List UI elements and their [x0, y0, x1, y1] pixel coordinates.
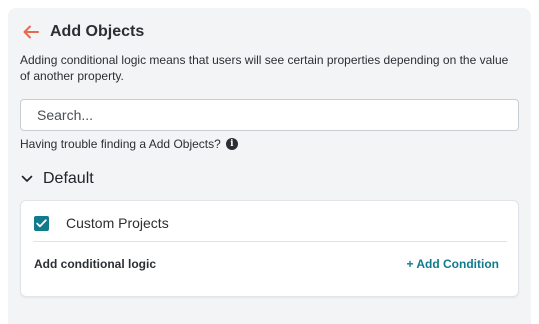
checkbox-checked[interactable] — [34, 215, 49, 231]
custom-projects-checkbox-row[interactable]: Custom Projects — [34, 215, 169, 231]
search-input[interactable] — [20, 99, 519, 131]
object-card: Custom Projects Add conditional logic + … — [20, 200, 519, 297]
chevron-down-icon — [20, 172, 34, 186]
help-row: Having trouble finding a Add Objects? i — [20, 137, 238, 151]
help-text: Having trouble finding a Add Objects? — [20, 137, 221, 151]
panel-header: Add Objects — [22, 22, 144, 42]
panel-description: Adding conditional logic means that user… — [20, 53, 509, 83]
section-title: Default — [43, 170, 94, 187]
page-title: Add Objects — [50, 23, 145, 40]
checkbox-label: Custom Projects — [66, 215, 169, 231]
section-toggle-default[interactable]: Default — [20, 170, 94, 188]
arrow-left-icon[interactable] — [22, 23, 40, 41]
add-condition-button[interactable]: + Add Condition — [406, 257, 499, 271]
conditional-logic-label: Add conditional logic — [34, 257, 156, 271]
add-objects-panel: Add Objects Adding conditional logic mea… — [8, 8, 531, 324]
divider — [33, 241, 507, 242]
info-icon[interactable]: i — [225, 138, 238, 150]
